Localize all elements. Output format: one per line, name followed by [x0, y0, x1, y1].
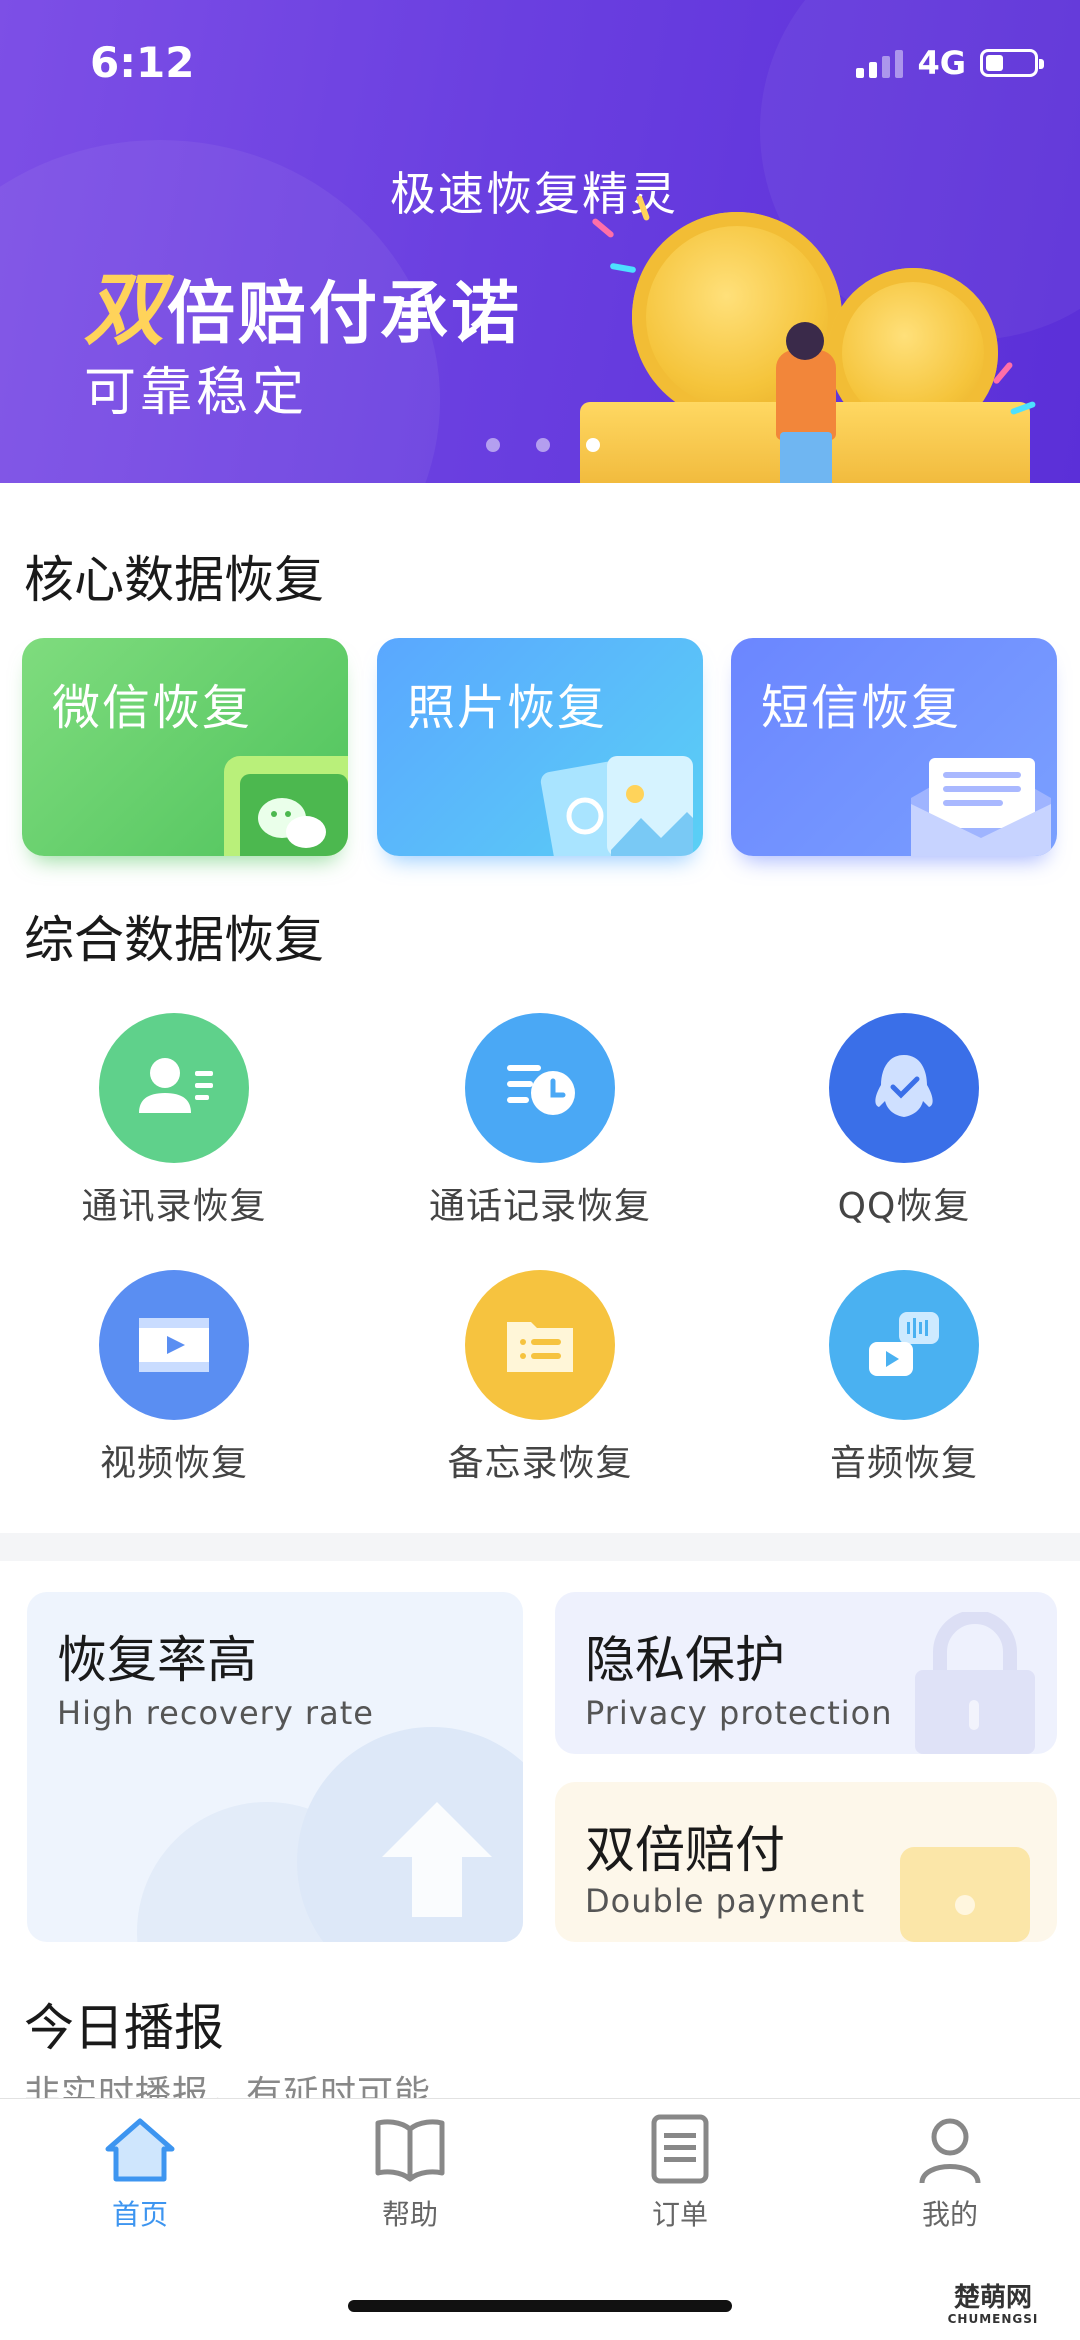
- item-label: 通讯录恢复: [81, 1186, 267, 1227]
- tab-label: 帮助: [381, 2198, 438, 2231]
- card-label: 微信恢复: [52, 680, 253, 736]
- promo-banner[interactable]: 6:12 4G 极速恢复精灵 双倍赔付承诺 可靠稳定: [0, 0, 1080, 483]
- sparkle-decor: [609, 262, 637, 274]
- tab-label: 我的: [921, 2198, 978, 2231]
- audio-recovery-item[interactable]: 音频恢复: [754, 1270, 1054, 1486]
- video-icon: [99, 1270, 249, 1420]
- photo-icon: [540, 756, 693, 856]
- arrow-up-icon: [382, 1802, 492, 1917]
- page-dot-active[interactable]: [586, 438, 600, 452]
- call-log-icon: [465, 1013, 615, 1163]
- wechat-recovery-card[interactable]: 微信恢复: [22, 638, 348, 856]
- item-label: 视频恢复: [99, 1443, 248, 1484]
- section-divider: [0, 1533, 1080, 1561]
- home-indicator[interactable]: [348, 2300, 732, 2312]
- person-illustration: [780, 432, 832, 483]
- banner-headline-highlight: 双: [84, 263, 167, 356]
- card-label: 照片恢复: [407, 680, 608, 736]
- item-label: 音频恢复: [829, 1443, 978, 1484]
- wallet-icon: [900, 1847, 1030, 1942]
- qq-recovery-item[interactable]: QQ恢复: [754, 1013, 1054, 1229]
- card-title: 隐私保护: [585, 1631, 785, 1689]
- tab-profile[interactable]: 我的: [850, 2113, 1050, 2233]
- tab-label: 订单: [651, 2198, 708, 2231]
- contacts-recovery-item[interactable]: 通讯录恢复: [24, 1013, 324, 1229]
- tab-label: 首页: [111, 2198, 168, 2231]
- double-payment-card[interactable]: 双倍赔付 Double payment: [555, 1782, 1057, 1942]
- high-recovery-rate-card[interactable]: 恢复率高 High recovery rate: [27, 1592, 523, 1942]
- book-icon: [375, 2119, 445, 2182]
- video-recovery-item[interactable]: 视频恢复: [24, 1270, 324, 1486]
- tab-help[interactable]: 帮助: [310, 2113, 510, 2233]
- banner-title: 极速恢复精灵: [390, 167, 678, 221]
- banner-headline: 双倍赔付承诺: [84, 245, 522, 361]
- wechat-icon: [224, 756, 348, 856]
- section-title-core: 核心数据恢复: [24, 551, 324, 609]
- profile-icon: [919, 2118, 981, 2184]
- photo-recovery-card[interactable]: 照片恢复: [377, 638, 703, 856]
- tab-home[interactable]: 首页: [40, 2113, 240, 2233]
- privacy-protection-card[interactable]: 隐私保护 Privacy protection: [555, 1592, 1057, 1754]
- card-label: 短信恢复: [761, 680, 962, 736]
- card-title: 双倍赔付: [585, 1821, 785, 1879]
- battery-icon: [980, 49, 1044, 77]
- watermark-logo: 楚萌网 CHUMENGSI: [947, 2283, 1039, 2326]
- card-subtitle: Double payment: [585, 1882, 866, 1920]
- network-type: 4G: [917, 44, 966, 82]
- section-title-general: 综合数据恢复: [24, 911, 324, 969]
- status-time: 6:12: [90, 38, 195, 87]
- status-indicators: 4G: [856, 44, 1044, 82]
- envelope-icon: [911, 758, 1051, 856]
- person-illustration: [786, 322, 824, 360]
- person-illustration: [776, 350, 836, 440]
- card-title: 恢复率高: [57, 1631, 257, 1689]
- memo-recovery-item[interactable]: 备忘录恢复: [390, 1270, 690, 1486]
- qq-icon: [829, 1013, 979, 1163]
- contacts-icon: [99, 1013, 249, 1163]
- lock-icon: [915, 1612, 1035, 1754]
- card-subtitle: Privacy protection: [585, 1694, 893, 1732]
- memo-icon: [465, 1270, 615, 1420]
- audio-icon: [829, 1270, 979, 1420]
- call-log-recovery-item[interactable]: 通话记录恢复: [390, 1013, 690, 1229]
- today-broadcast-title: 今日播报: [24, 1999, 224, 2057]
- signal-icon: [856, 48, 904, 78]
- tab-orders[interactable]: 订单: [580, 2113, 780, 2233]
- banner-pagination: [486, 438, 600, 452]
- home-icon: [105, 2118, 175, 2182]
- sms-recovery-card[interactable]: 短信恢复: [731, 638, 1057, 856]
- banner-headline-rest: 倍赔付承诺: [167, 275, 523, 354]
- page-dot[interactable]: [536, 438, 550, 452]
- card-subtitle: High recovery rate: [57, 1694, 374, 1732]
- banner-tagline: 可靠稳定: [84, 363, 309, 423]
- item-label: QQ恢复: [837, 1186, 971, 1227]
- item-label: 备忘录恢复: [447, 1443, 633, 1484]
- item-label: 通话记录恢复: [428, 1186, 651, 1227]
- page-dot[interactable]: [486, 438, 500, 452]
- order-icon: [651, 2114, 709, 2184]
